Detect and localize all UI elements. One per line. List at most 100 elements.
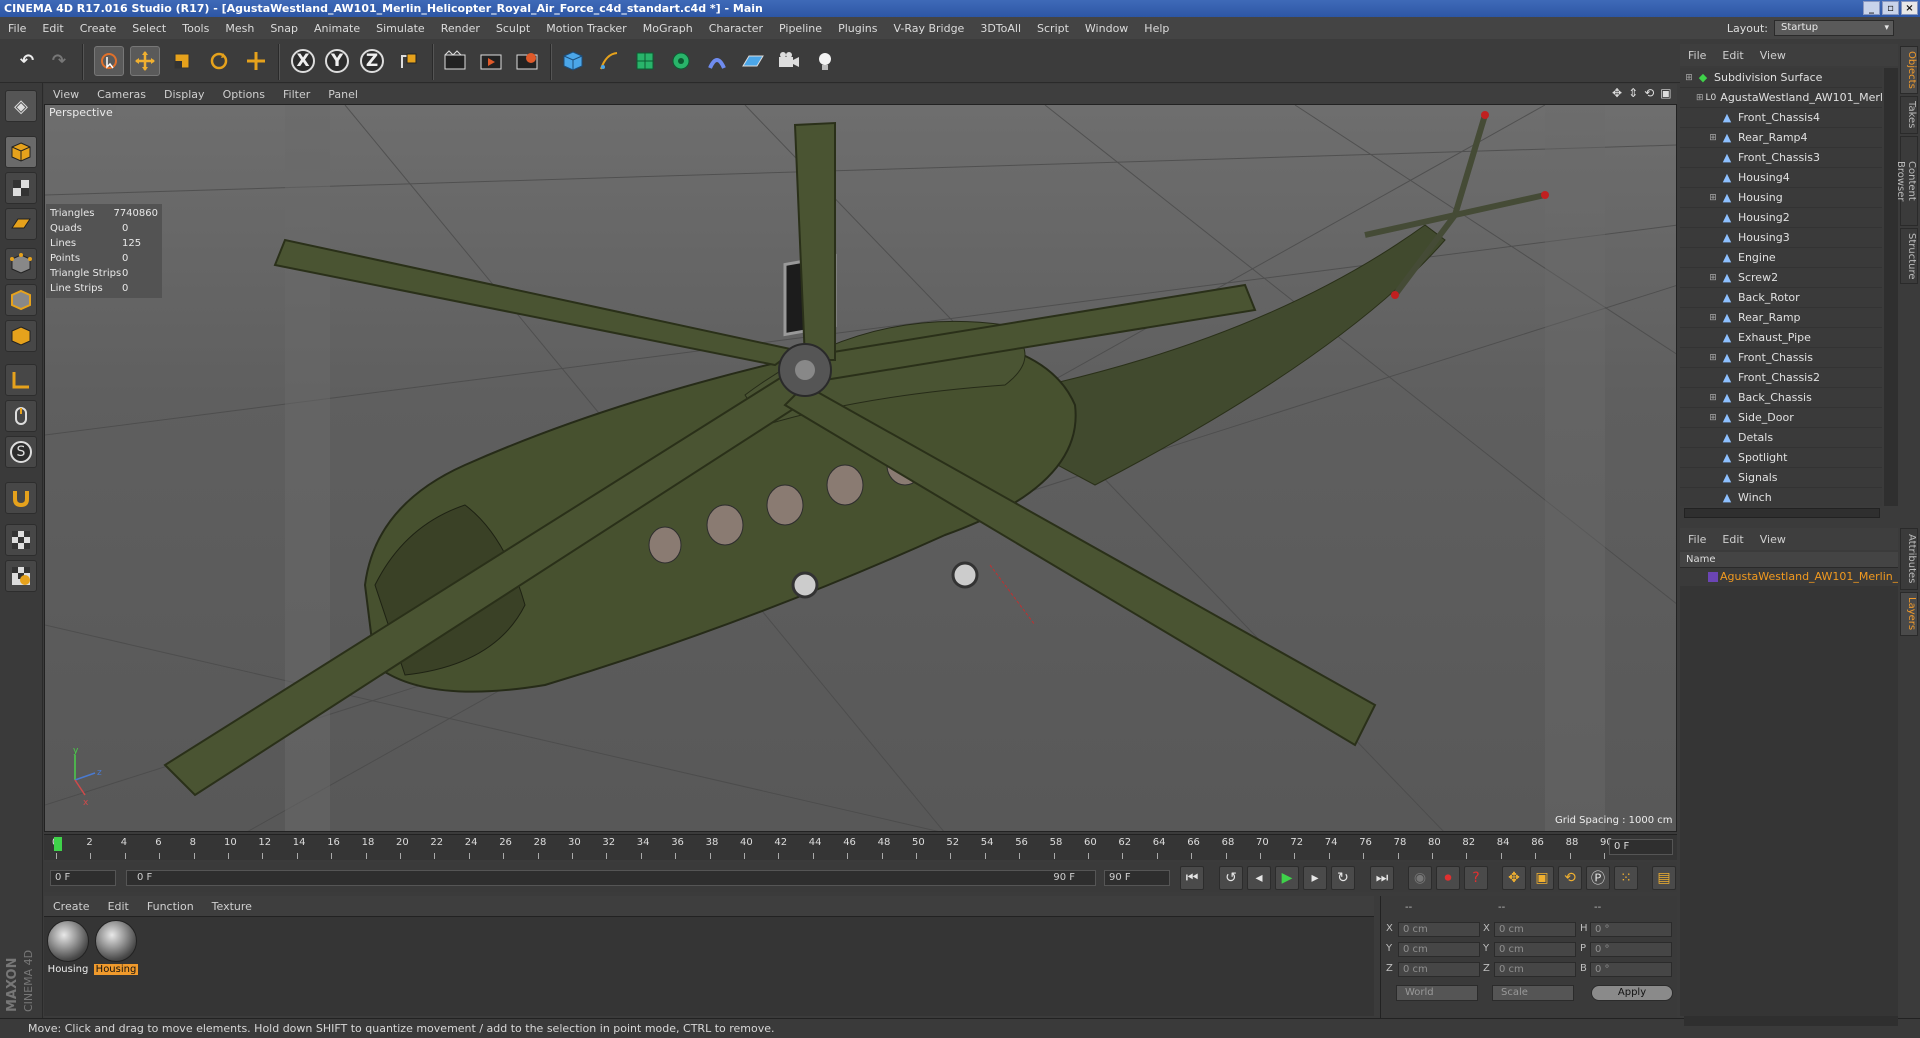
layout-dropdown[interactable]: Startup [1774,20,1894,36]
menu-window[interactable]: Window [1077,22,1136,35]
expand-icon[interactable]: ⊞ [1708,353,1718,363]
viewport-perspective[interactable]: y z x [44,104,1677,832]
pan-icon[interactable]: ✥ [1612,86,1622,100]
object-row[interactable]: ⊞ ▲ Front_Chassis [1680,348,1882,368]
menu-v-ray-bridge[interactable]: V-Ray Bridge [885,22,972,35]
object-tree-hscrollbar[interactable] [1684,508,1880,518]
object-row[interactable]: ⊞ L0 AgustaWestland_AW101_Merlin [1680,88,1882,108]
material-menu-texture[interactable]: Texture [203,900,261,913]
model-mode-icon[interactable] [5,136,37,168]
start-frame-field[interactable]: 0 F [50,870,116,886]
menu-simulate[interactable]: Simulate [368,22,433,35]
end-frame-field[interactable]: 90 F [1104,870,1170,886]
menu-plugins[interactable]: Plugins [830,22,885,35]
coord-value-field[interactable]: 0 cm [1494,962,1576,977]
object-row[interactable]: ▲ Housing2 [1680,208,1882,228]
subdivision-surface-icon[interactable] [630,46,660,76]
menu-script[interactable]: Script [1029,22,1077,35]
rotate-icon[interactable] [204,46,234,76]
menu-3dtoall[interactable]: 3DToAll [972,22,1029,35]
object-row[interactable]: ▲ Spotlight [1680,448,1882,468]
cloner-icon[interactable] [666,46,696,76]
timeline-window-icon[interactable]: ▤ [1652,866,1676,890]
make-editable-icon[interactable]: ◈ [5,90,37,122]
timeline-ruler[interactable]: 0246810121416182022242628303234363840424… [44,834,1677,860]
polygons-mode-icon[interactable] [5,320,37,352]
material-menu-function[interactable]: Function [138,900,203,913]
edges-mode-icon[interactable] [5,284,37,316]
render-to-picture-viewer-icon[interactable] [476,46,506,76]
go-to-end-icon[interactable]: ⏭ [1370,866,1394,890]
point-level-key-icon[interactable]: ⁙ [1614,866,1638,890]
menu-tools[interactable]: Tools [174,22,217,35]
move-icon[interactable] [130,46,160,76]
expand-icon[interactable]: ⊞ [1708,393,1718,403]
object-tree-scrollbar[interactable] [1884,68,1898,506]
object-row[interactable]: ▲ Housing3 [1680,228,1882,248]
material-swatch-selected[interactable]: Housing [94,920,138,975]
x-axis-lock-icon[interactable]: X [288,46,318,76]
menu-sculpt[interactable]: Sculpt [488,22,538,35]
y-axis-lock-icon[interactable]: Y [322,46,352,76]
material-menu-edit[interactable]: Edit [99,900,138,913]
coord-value-field[interactable]: 0 ° [1590,962,1672,977]
viewport-menu-view[interactable]: View [44,88,88,101]
camera-icon[interactable] [774,46,804,76]
tab-takes[interactable]: Takes [1900,96,1918,134]
menu-help[interactable]: Help [1136,22,1177,35]
tab-layers[interactable]: Layers [1900,592,1918,636]
expand-icon[interactable]: ⊞ [1708,133,1718,143]
expand-icon[interactable]: ⊞ [1696,93,1704,103]
object-row[interactable]: ▲ Winch [1680,488,1882,506]
cube-object-icon[interactable] [558,46,588,76]
object-row[interactable]: ▲ Housing4 [1680,168,1882,188]
dolly-icon[interactable]: ⇕ [1628,86,1638,100]
menu-snap[interactable]: Snap [262,22,306,35]
object-row[interactable]: ▲ Front_Chassis4 [1680,108,1882,128]
tab-attributes[interactable]: Attributes [1900,528,1918,590]
coord-value-field[interactable]: 0 ° [1590,922,1672,937]
material-menu-create[interactable]: Create [44,900,99,913]
coord-value-field[interactable]: 0 ° [1590,942,1672,957]
layer-menu-edit[interactable]: Edit [1714,533,1751,546]
tab-objects[interactable]: Objects [1900,46,1918,94]
expand-icon[interactable]: ⊞ [1708,193,1718,203]
object-row[interactable]: ⊞ ▲ Back_Chassis [1680,388,1882,408]
magnet-icon[interactable] [5,482,37,514]
transform-icon[interactable] [241,46,271,76]
current-frame-field[interactable]: 0 F [1609,839,1673,855]
menu-create[interactable]: Create [72,22,125,35]
object-row[interactable]: ⊞ ▲ Housing [1680,188,1882,208]
scale-icon[interactable] [167,46,197,76]
planar-workplane-icon[interactable] [5,560,37,592]
deformer-icon[interactable] [702,46,732,76]
go-to-start-icon[interactable]: ⏮ [1180,866,1204,890]
menu-file[interactable]: File [0,22,34,35]
previous-key-icon[interactable]: ↺ [1219,866,1243,890]
menu-motion-tracker[interactable]: Motion Tracker [538,22,634,35]
tab-content-browser[interactable]: Content Browser [1895,136,1918,226]
viewport-menu-cameras[interactable]: Cameras [88,88,155,101]
render-view-icon[interactable] [440,46,470,76]
object-row[interactable]: ▲ Engine [1680,248,1882,268]
object-row[interactable]: ⊞ ▲ Rear_Ramp [1680,308,1882,328]
coord-mode-dropdown[interactable]: Scale [1492,985,1574,1001]
light-icon[interactable] [810,46,840,76]
next-key-icon[interactable]: ↻ [1331,866,1355,890]
redo-icon[interactable]: ↷ [44,46,74,76]
live-selection-icon[interactable] [94,46,124,76]
expand-icon[interactable]: ⊞ [1708,273,1718,283]
viewport-menu-display[interactable]: Display [155,88,214,101]
points-mode-icon[interactable] [5,248,37,280]
rotation-key-icon[interactable]: ⟲ [1558,866,1582,890]
object-menu-file[interactable]: File [1680,49,1714,62]
minimize-button[interactable]: _ [1863,1,1880,15]
object-menu-edit[interactable]: Edit [1714,49,1751,62]
floor-icon[interactable] [738,46,768,76]
material-swatch[interactable]: Housing [46,920,90,975]
layer-menu-view[interactable]: View [1752,533,1794,546]
viewport-menu-panel[interactable]: Panel [319,88,367,101]
axis-mode-icon[interactable] [5,364,37,396]
object-row[interactable]: ⊞ ◆ Subdivision Surface [1680,68,1882,88]
record-active-objects-icon[interactable]: ◉ [1408,866,1432,890]
